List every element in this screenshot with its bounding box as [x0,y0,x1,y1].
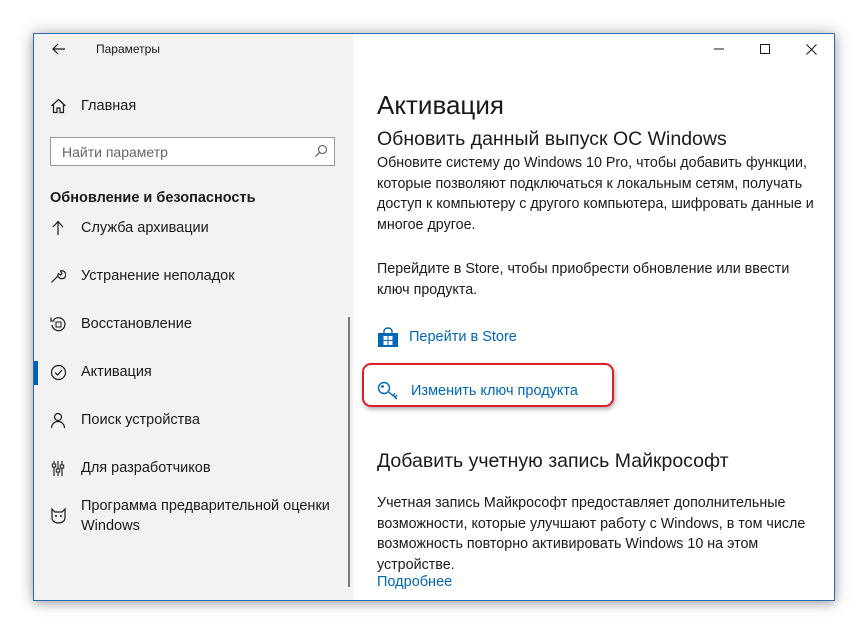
search-icon[interactable] [314,144,328,158]
close-button[interactable] [788,34,834,64]
settings-window: Параметры Главная Обновление и безопасно… [33,33,835,601]
page-title: Активация [377,90,504,120]
developer-sliders-icon [49,459,67,477]
sidebar-item-label: Активация [81,364,152,380]
upgrade-heading: Обновить данный выпуск ОС Windows [377,128,727,150]
sidebar-item-label: Для разработчиков [81,460,211,476]
maximize-icon [760,44,770,54]
more-link[interactable]: Подробнее [377,574,452,590]
insider-cat-icon [49,506,67,524]
sidebar-item-label: Поиск устройства [81,412,200,428]
store-description: Перейдите в Store, чтобы приобрести обно… [377,261,790,298]
maximize-button[interactable] [742,34,788,64]
close-icon [805,43,817,55]
active-indicator [34,361,38,385]
minimize-icon [714,48,724,50]
account-description: Учетная запись Майкрософт предоставляет … [377,495,806,573]
upgrade-description: Обновите систему до Windows 10 Pro, чтоб… [377,155,814,233]
section-title: Обновление и безопасность [50,190,256,206]
sidebar-item-label: Восстановление [81,316,192,332]
back-button[interactable] [48,40,70,58]
home-label: Главная [81,98,137,114]
back-arrow-icon [52,43,65,55]
account-heading: Добавить учетную запись Майкрософт [377,450,729,472]
highlight-box [362,363,614,407]
sidebar-item-label: Устранение неполадок [81,268,235,284]
sidebar-item-label: Служба архивации [81,220,209,236]
home-icon [51,98,66,114]
home-link[interactable]: Главная [50,94,136,118]
store-link[interactable]: Перейти в Store [409,329,517,345]
main-content: Активация Обновить данный выпуск ОС Wind… [354,34,834,600]
upload-arrow-icon [49,219,67,237]
check-circle-icon [49,363,67,381]
person-pin-icon [49,411,67,429]
wrench-icon [49,267,67,285]
store-bag-icon [378,326,398,347]
recovery-icon [49,315,67,333]
sidebar-scrollbar[interactable] [348,317,350,587]
sidebar: Параметры Главная Обновление и безопасно… [34,34,353,600]
store-link-row[interactable]: Перейти в Store [377,325,517,349]
search-box[interactable] [50,137,335,166]
search-input[interactable] [51,138,312,165]
minimize-button[interactable] [696,34,742,64]
sidebar-item-label: Программа предварительной оценки Windows [81,498,330,534]
app-title: Параметры [96,42,160,56]
